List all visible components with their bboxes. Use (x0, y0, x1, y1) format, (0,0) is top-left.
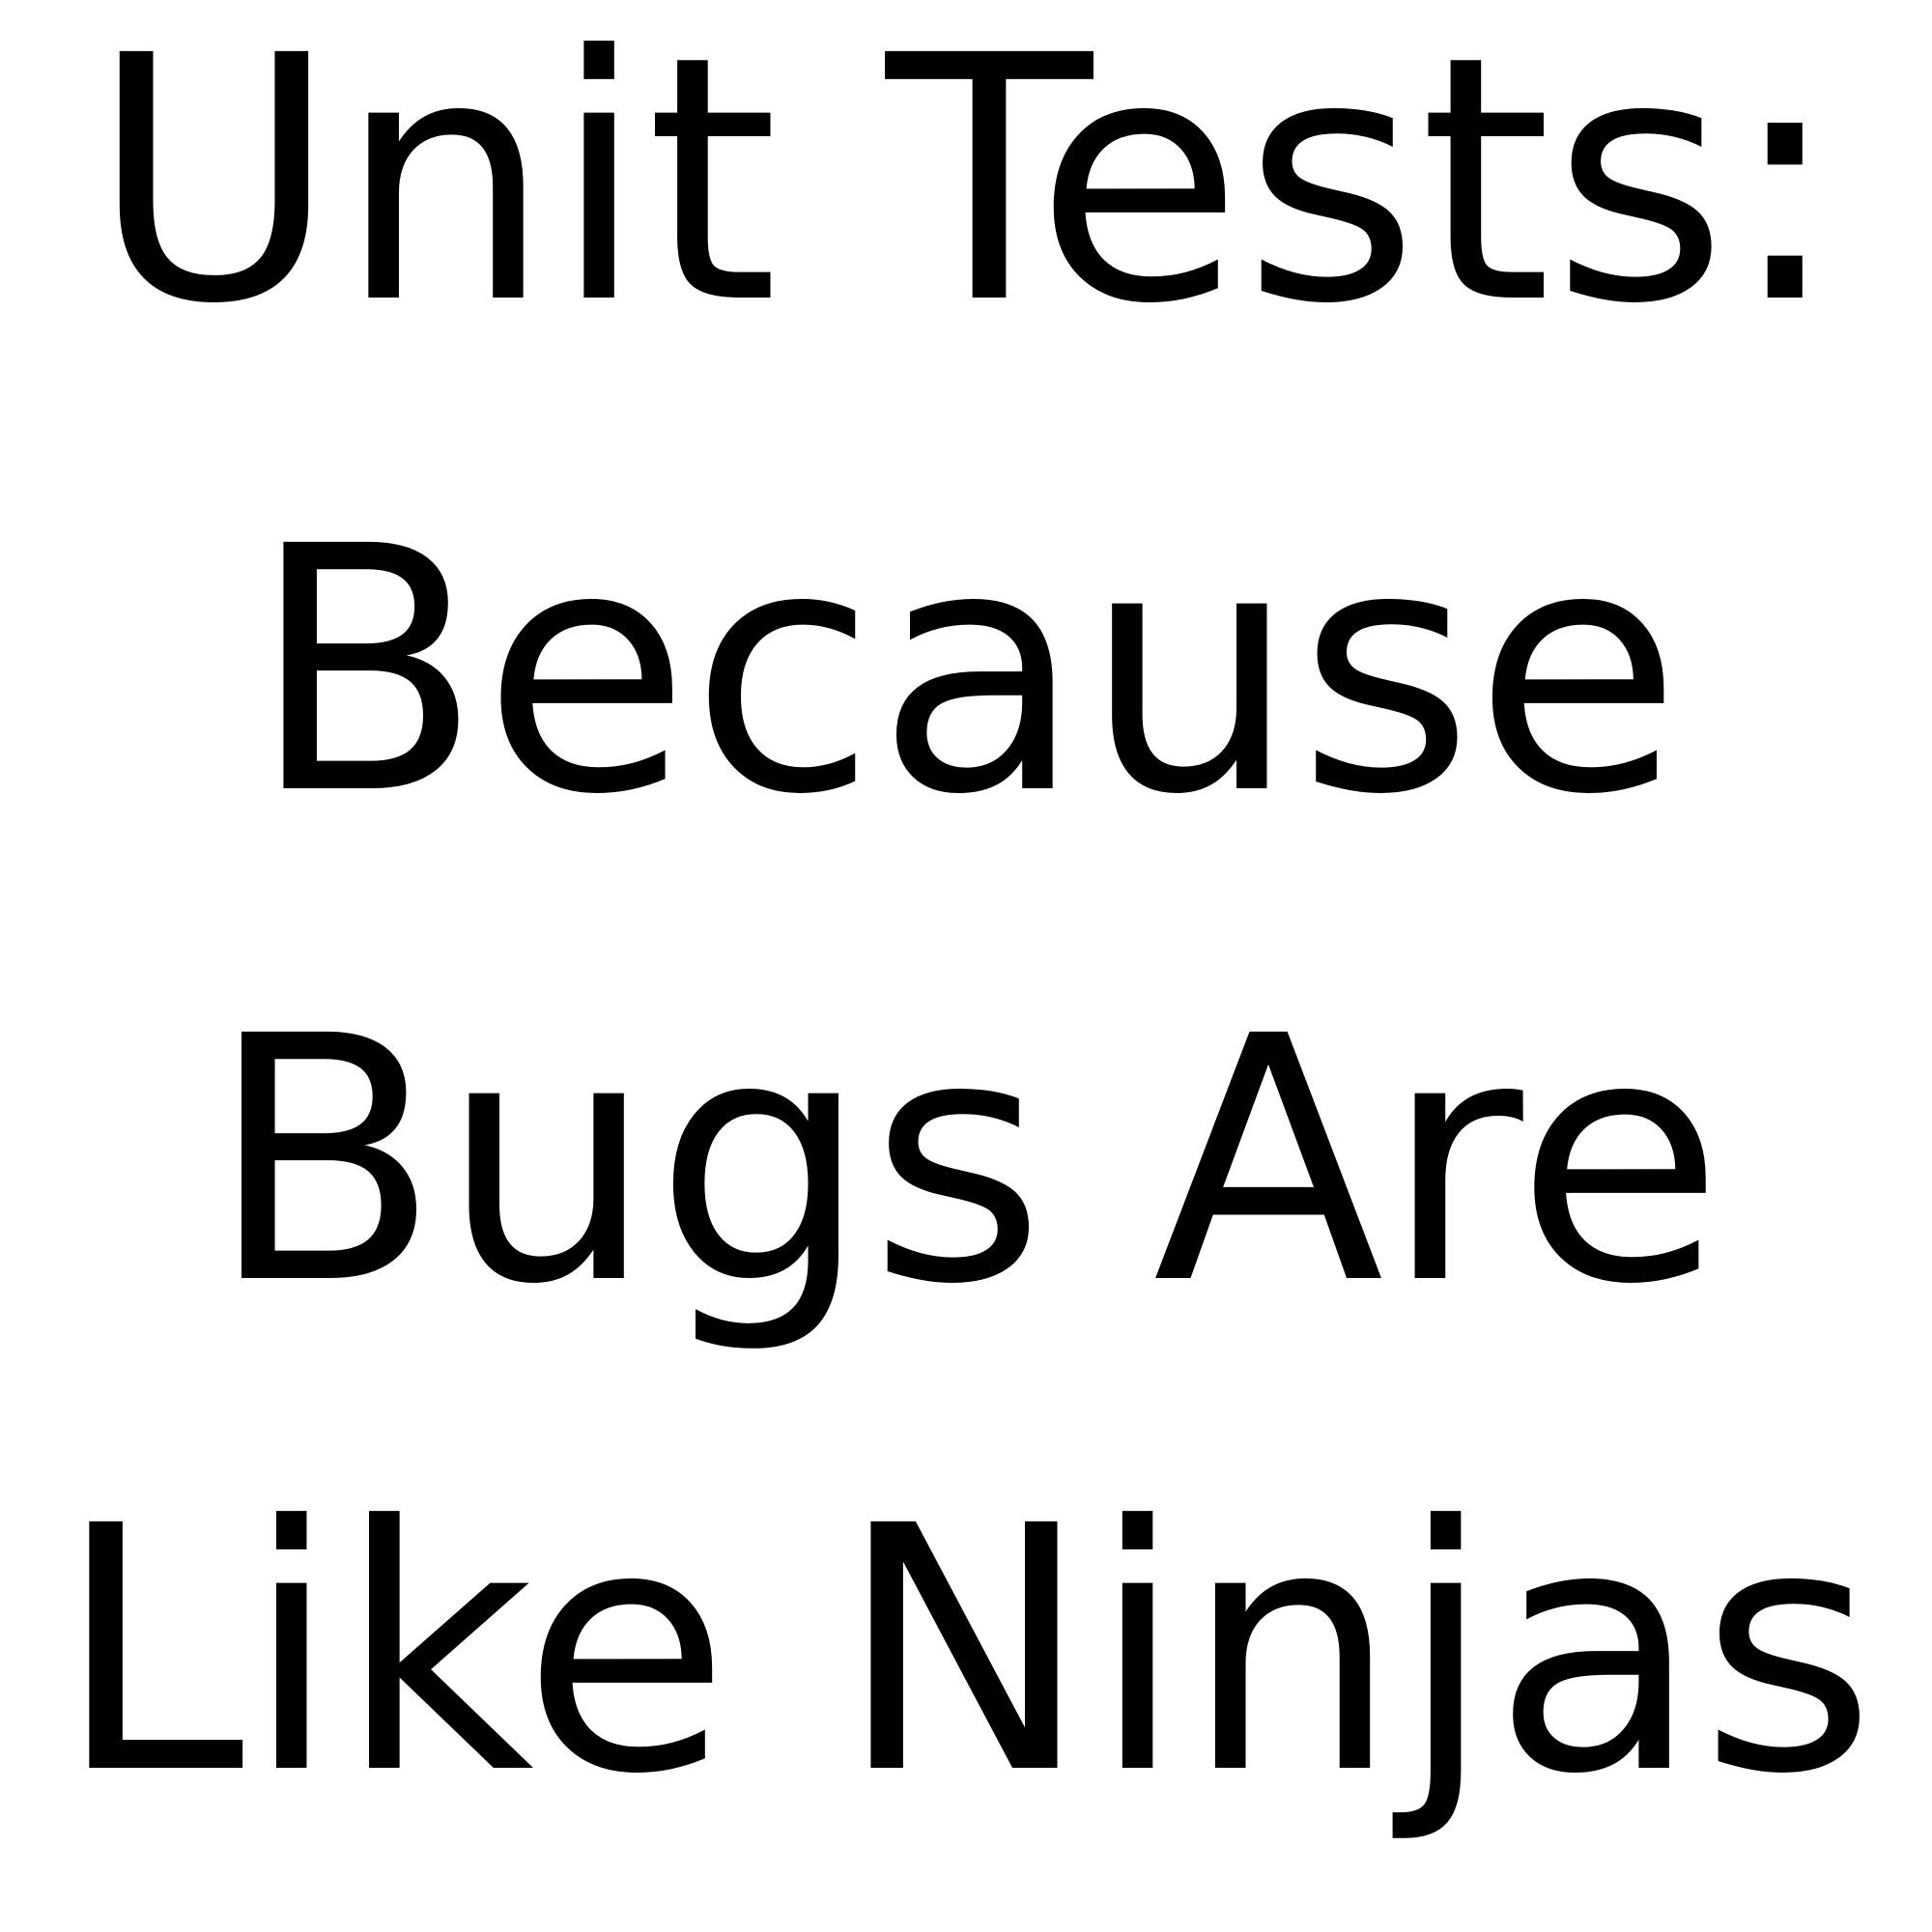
text-line-2: Because (250, 474, 1682, 868)
text-line-3: Bugs Are (208, 964, 1724, 1358)
text-line-4: Like Ninjas (56, 1454, 1876, 1848)
text-canvas: Unit Tests: Because Bugs Are Like Ninjas (0, 0, 1932, 1932)
text-line-1: Unit Tests: (90, 0, 1842, 378)
